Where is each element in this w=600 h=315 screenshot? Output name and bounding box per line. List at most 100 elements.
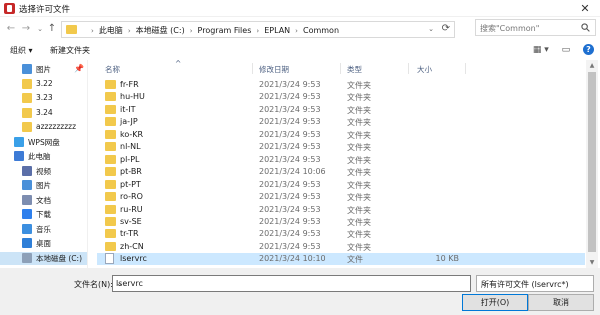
cancel-button[interactable]: 取消 (528, 294, 594, 311)
file-date: 2021/3/24 9:53 (259, 216, 321, 226)
sidebar-item[interactable]: 桌面 (0, 237, 87, 250)
file-date: 2021/3/24 9:53 (259, 192, 321, 202)
back-arrow-icon[interactable]: ← (5, 22, 17, 36)
download-icon (22, 209, 32, 219)
navigation-pane-scrollbar[interactable] (88, 60, 97, 268)
column-type[interactable]: 类型 (347, 64, 362, 75)
sidebar-item-label: 音乐 (36, 224, 51, 234)
sidebar-item[interactable]: 文档 (0, 194, 87, 207)
filetype-chevron-down-icon[interactable]: ⌄ (481, 279, 589, 288)
title-bar: 选择许可文件 ✕ (0, 0, 600, 17)
file-row[interactable]: pl-PL 2021/3/24 9:53 文件夹 (97, 154, 585, 166)
vertical-scrollbar[interactable]: ▲ ▼ (586, 60, 598, 268)
preview-pane-icon[interactable]: ▭ (562, 45, 571, 55)
column-date[interactable]: 修改日期 (259, 64, 289, 75)
pictures-icon (22, 64, 32, 74)
sidebar-item[interactable]: WPS网盘 (0, 136, 87, 149)
breadcrumb-item[interactable]: Program Files (198, 26, 252, 35)
file-row[interactable]: sv-SE 2021/3/24 9:53 文件夹 (97, 216, 585, 228)
refresh-icon[interactable]: ⟳ (442, 23, 450, 34)
sidebar-item-label: 文档 (36, 195, 51, 205)
folder-icon (105, 129, 116, 139)
sidebar-item[interactable]: 此电脑 (0, 150, 87, 163)
breadcrumb-chevron-icon[interactable]: › (190, 27, 193, 35)
breadcrumb-item[interactable]: 此电脑 (99, 26, 123, 35)
scrollbar-thumb[interactable] (588, 72, 596, 252)
breadcrumb-item[interactable]: 本地磁盘 (C:) (136, 26, 185, 35)
column-name[interactable]: 名称 (105, 64, 120, 75)
file-list: ^ 名称 修改日期 类型 大小 fr-FR 2021/3/24 9:53 文件夹 hu… (97, 59, 585, 268)
breadcrumb-item[interactable]: Common (303, 26, 339, 35)
file-date: 2021/3/24 9:53 (259, 241, 321, 251)
file-row[interactable]: nl-NL 2021/3/24 9:53 文件夹 (97, 141, 585, 153)
filename-input[interactable]: lservrc ⌄ (112, 275, 471, 292)
file-type: 文件夹 (347, 205, 371, 215)
scroll-up-icon[interactable]: ▲ (586, 62, 598, 69)
sidebar-item-label: 图片 (36, 181, 51, 190)
file-row[interactable]: lservrc 2021/3/24 10:10 文件 10 KB (97, 253, 585, 266)
file-name: it-IT (120, 104, 136, 114)
close-icon[interactable]: ✕ (570, 0, 600, 17)
file-row[interactable]: ko-KR 2021/3/24 9:53 文件夹 (97, 129, 585, 141)
search-box[interactable]: 搜索"Common" (475, 19, 596, 36)
sidebar-item-label: 3.23 (36, 93, 53, 102)
file-type: 文件夹 (347, 180, 371, 190)
organize-button[interactable]: 组织 ▾ (10, 45, 33, 56)
scroll-down-icon[interactable]: ▼ (586, 259, 598, 266)
breadcrumb-chevron-icon[interactable]: › (256, 27, 259, 35)
column-size[interactable]: 大小 (417, 64, 432, 75)
recent-locations-chevron-icon[interactable]: ⌄ (34, 22, 46, 36)
breadcrumb-item[interactable]: EPLAN (264, 26, 290, 35)
command-toolbar: 组织 ▾ 新建文件夹 ▦ ▾ ▭ ? (0, 41, 600, 60)
file-row[interactable]: it-IT 2021/3/24 9:53 文件夹 (97, 104, 585, 116)
sort-caret-icon: ^ (175, 59, 182, 68)
sidebar-item[interactable]: 图片 (0, 179, 87, 192)
sidebar-item[interactable]: 下载 (0, 208, 87, 221)
new-folder-button[interactable]: 新建文件夹 (50, 45, 90, 56)
folder-icon (105, 167, 116, 177)
file-type: 文件夹 (347, 230, 371, 240)
file-row[interactable]: fr-FR 2021/3/24 9:53 文件夹 (97, 79, 585, 91)
sidebar-item[interactable]: 3.23 (0, 92, 87, 105)
search-placeholder: 搜索"Common" (480, 24, 540, 33)
file-row[interactable]: tr-TR 2021/3/24 9:53 文件夹 (97, 228, 585, 240)
folder-icon (105, 142, 116, 152)
folder-icon (22, 93, 32, 103)
file-date: 2021/3/24 9:53 (259, 117, 321, 127)
breadcrumb-chevron-icon[interactable]: › (295, 27, 298, 35)
sidebar-item[interactable]: 3.22 (0, 78, 87, 91)
file-date: 2021/3/24 9:53 (259, 204, 321, 214)
address-bar[interactable]: › 此电脑 › 本地磁盘 (C:) › Program Files › EPLAN › Commo… (61, 21, 455, 38)
help-icon[interactable]: ? (583, 44, 594, 55)
forward-arrow-icon[interactable]: → (20, 22, 32, 36)
file-date: 2021/3/24 9:53 (259, 92, 321, 102)
up-arrow-icon[interactable]: ↑ (46, 22, 58, 36)
file-name: hu-HU (120, 92, 145, 102)
breadcrumb-chevron-icon[interactable]: › (91, 27, 94, 35)
file-type: 文件夹 (347, 105, 371, 115)
file-row[interactable]: zh-CN 2021/3/24 9:53 文件夹 (97, 241, 585, 253)
file-row[interactable]: ru-RU 2021/3/24 9:53 文件夹 (97, 204, 585, 216)
sidebar-item[interactable]: 音乐 (0, 223, 87, 236)
file-row[interactable]: hu-HU 2021/3/24 9:53 文件夹 (97, 91, 585, 103)
filetype-select[interactable]: 所有许可文件 (lservrc*) ⌄ (476, 275, 594, 292)
file-row[interactable]: pt-BR 2021/3/24 10:06 文件夹 (97, 166, 585, 178)
folder-icon (105, 229, 116, 239)
folder-icon (105, 204, 116, 214)
file-row[interactable]: pt-PT 2021/3/24 9:53 文件夹 (97, 179, 585, 191)
filename-chevron-down-icon[interactable]: ⌄ (116, 279, 466, 288)
sidebar-item[interactable]: azzzzzzzzz (0, 121, 87, 134)
file-date: 2021/3/24 9:53 (259, 80, 321, 89)
sidebar-item-label: 此电脑 (28, 152, 51, 161)
sidebar-item[interactable]: 3.24 (0, 107, 87, 120)
view-options-icon[interactable]: ▦ ▾ (533, 45, 549, 55)
breadcrumb-chevron-icon[interactable]: › (128, 27, 131, 35)
file-row[interactable]: ro-RO 2021/3/24 9:53 文件夹 (97, 191, 585, 203)
sidebar-item[interactable]: 图片 📌 (0, 63, 87, 76)
file-type: 文件夹 (347, 81, 371, 90)
open-button[interactable]: 打开(O) (462, 294, 528, 311)
sidebar-item[interactable]: 视频 (0, 165, 87, 178)
file-row[interactable]: ja-JP 2021/3/24 9:53 文件夹 (97, 116, 585, 128)
address-chevron-down-icon[interactable]: ⌄ (428, 25, 434, 33)
sidebar-item[interactable]: 本地磁盘 (C:) (0, 251, 87, 265)
